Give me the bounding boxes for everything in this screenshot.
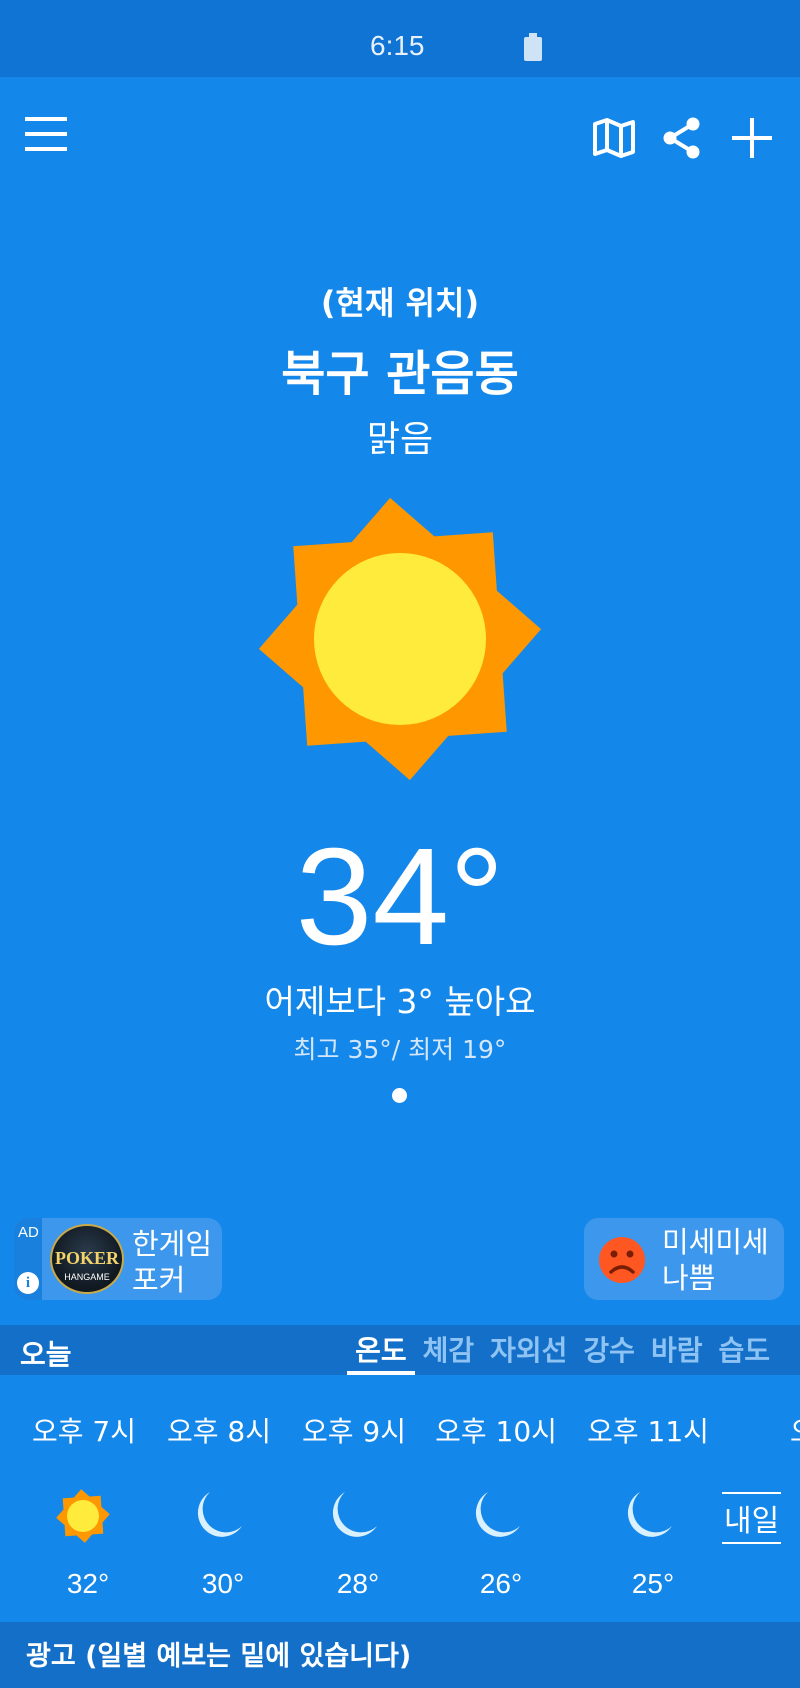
ad-info-icon[interactable]: i [17, 1272, 39, 1294]
hour-time: 오후 8시 [167, 1415, 271, 1448]
tab-wind[interactable]: 바람 [643, 1329, 711, 1375]
tab-temperature[interactable]: 온도 [347, 1329, 415, 1375]
poker-logo: POKER HANGAME [50, 1224, 124, 1294]
fine-dust-label: 미세미세 [662, 1225, 769, 1259]
ad-notice-bar: 광고 (일별 예보는 밑에 있습니다) [0, 1622, 800, 1688]
fine-dust-card[interactable]: 미세미세 나쁨 [584, 1218, 784, 1300]
high-low-temperature: 최고 35°/ 최저 19° [293, 1035, 507, 1064]
forecast-tabs: 온도 체감 자외선 강수 바람 습도 [347, 1329, 778, 1375]
hour-time: 오후 9시 [302, 1415, 406, 1448]
ad-title-line2: 포커 [132, 1263, 186, 1297]
forecast-tab-row: 오늘 온도 체감 자외선 강수 바람 습도 [0, 1325, 800, 1375]
tab-uv[interactable]: 자외선 [482, 1329, 575, 1375]
ad-title-line1: 한게임 [132, 1227, 213, 1261]
tab-precipitation[interactable]: 강수 [575, 1329, 643, 1375]
moon-icon [475, 1492, 520, 1537]
hour-time: 오후 10시 [435, 1415, 557, 1448]
map-icon [593, 118, 635, 158]
hour-time: 오후 7시 [32, 1415, 136, 1448]
fine-dust-text: 미세미세 나쁨 [662, 1224, 769, 1296]
moon-icon [197, 1492, 242, 1537]
sad-face-icon [599, 1237, 645, 1283]
hour-temperature: 26° [479, 1568, 523, 1599]
ad-tag: AD [18, 1224, 39, 1241]
page-indicator-dot [392, 1088, 407, 1103]
sun-icon [56, 1489, 110, 1543]
ad-notice-text: 광고 (일별 예보는 밑에 있습니다) [26, 1641, 412, 1672]
current-location-label: (현재 위치) [320, 284, 480, 322]
tab-humidity[interactable]: 습도 [710, 1329, 778, 1375]
poker-logo-text: POKER [54, 1248, 119, 1268]
status-bar: 6:15 [0, 0, 800, 77]
hour-temperature: 25° [631, 1568, 675, 1599]
today-label: 오늘 [20, 1338, 72, 1371]
share-icon [663, 117, 700, 159]
tab-feels-like[interactable]: 체감 [415, 1329, 483, 1375]
sun-icon [258, 497, 542, 781]
ad-card[interactable]: AD i POKER HANGAME 한게임 포커 [14, 1218, 222, 1300]
hour-temperature: 28° [336, 1568, 380, 1599]
map-button[interactable] [588, 112, 640, 164]
poker-logo-subtext: HANGAME [64, 1272, 110, 1282]
moon-icon [627, 1492, 672, 1537]
menu-icon [25, 117, 67, 151]
ad-title: 한게임 포커 [132, 1226, 212, 1298]
hour-time-cutoff: 오 [790, 1410, 800, 1450]
status-time: 6:15 [370, 30, 425, 61]
hour-time: 오후 11시 [587, 1415, 709, 1448]
hour-temperature: 32° [66, 1568, 110, 1599]
moon-icon [332, 1492, 377, 1537]
hour-temperature: 30° [201, 1568, 245, 1599]
plus-icon [732, 118, 772, 158]
tomorrow-button[interactable]: 내일 [722, 1492, 782, 1544]
share-button[interactable] [656, 112, 708, 164]
location-name[interactable]: 북구 관음동 [0, 334, 800, 404]
menu-button[interactable] [20, 108, 72, 160]
add-location-button[interactable] [726, 112, 778, 164]
fine-dust-status: 나쁨 [662, 1261, 716, 1295]
battery-icon [524, 33, 542, 61]
current-temperature: 34° [295, 820, 505, 974]
temperature-comparison: 어제보다 3° 높아요 [264, 982, 536, 1021]
weather-condition: 맑음 [366, 419, 434, 460]
